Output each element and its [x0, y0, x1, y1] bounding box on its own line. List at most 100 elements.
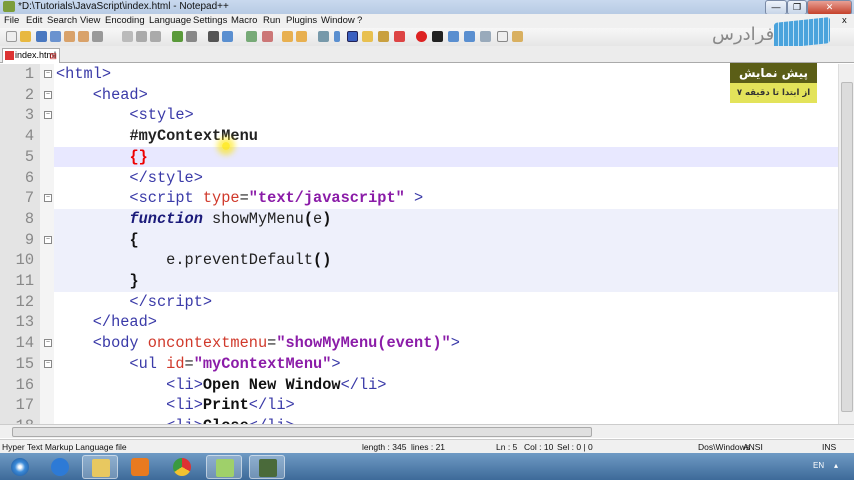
paste-icon[interactable]: [150, 31, 161, 42]
code-token: </li>: [340, 375, 387, 394]
code-line[interactable]: 8 function showMyMenu(e): [25, 208, 838, 230]
copy-icon[interactable]: [136, 31, 147, 42]
fold-toggle-icon[interactable]: −: [44, 359, 52, 368]
code-line[interactable]: 1 − <html>: [0, 64, 838, 85]
code-line[interactable]: 16 <li>Open New Window</li>: [0, 375, 838, 396]
fold-toggle-icon[interactable]: −: [44, 194, 52, 203]
code-line[interactable]: 9 − {: [25, 229, 838, 251]
code-line[interactable]: 10 e.preventDefault(): [16, 250, 838, 271]
redo-icon[interactable]: [186, 31, 197, 42]
restore-button[interactable]: ❐: [787, 0, 807, 15]
menu-run[interactable]: Run: [263, 15, 280, 26]
replace-icon[interactable]: [222, 31, 233, 42]
code-line[interactable]: 5 {}: [25, 146, 838, 168]
stop-macro-icon[interactable]: [432, 31, 443, 42]
menu-macro[interactable]: Macro: [231, 15, 257, 26]
horizontal-scrollbar[interactable]: [0, 424, 854, 438]
code-line[interactable]: 15 − <ul id="myContextMenu">: [0, 354, 838, 375]
menu-settings[interactable]: Settings: [193, 15, 227, 26]
tray-expand-icon[interactable]: ▴: [834, 461, 838, 470]
menu-search[interactable]: Search: [47, 15, 77, 26]
save-all-icon[interactable]: [50, 31, 61, 42]
taskbar-media-player[interactable]: [122, 455, 158, 479]
code-token: <ul: [56, 354, 167, 373]
language-indicator[interactable]: EN: [813, 461, 824, 470]
vertical-scroll-thumb[interactable]: [841, 82, 853, 412]
code-line[interactable]: 17 <li>Print</li>: [0, 395, 838, 416]
indent-guide-icon[interactable]: [347, 31, 358, 42]
start-button[interactable]: [2, 455, 38, 479]
zoom-in-icon[interactable]: [246, 31, 257, 42]
taskbar-recorder[interactable]: [249, 455, 285, 479]
play-macro-icon[interactable]: [448, 31, 459, 42]
plugin-icon[interactable]: [512, 31, 523, 42]
minimize-button[interactable]: —: [765, 0, 787, 15]
code-line[interactable]: 3 − <style>: [0, 105, 838, 126]
code-line[interactable]: 13 </head>: [0, 312, 838, 333]
fold-toggle-icon[interactable]: −: [44, 90, 52, 99]
tab-close-icon[interactable]: ⊠: [49, 50, 57, 63]
code-line[interactable]: 4 #myContextMenu: [0, 126, 838, 147]
close-file-icon[interactable]: [64, 31, 75, 42]
fold-toggle-icon[interactable]: −: [44, 111, 52, 120]
code-token: Open New Window: [202, 375, 341, 394]
code-token: ): [322, 209, 332, 228]
udl-icon[interactable]: [362, 31, 373, 42]
run-macro-multiple-icon[interactable]: [464, 31, 475, 42]
code-editor[interactable]: 1− <html> 2− <head> 3− <style> 4 #myContextM…: [0, 64, 838, 424]
code-line[interactable]: 6 </style>: [0, 168, 838, 189]
taskbar-notepadpp[interactable]: [206, 455, 242, 479]
code-token: </li>: [248, 396, 295, 415]
spell-check-icon[interactable]: [497, 31, 508, 42]
menu-encoding[interactable]: Encoding: [105, 15, 145, 26]
fold-toggle-icon[interactable]: −: [44, 70, 52, 78]
open-file-icon[interactable]: [20, 31, 31, 42]
new-file-icon[interactable]: [6, 31, 17, 42]
code-line[interactable]: 12 </script>: [0, 292, 838, 313]
doc-map-icon[interactable]: [378, 31, 389, 42]
save-macro-icon[interactable]: [480, 31, 491, 42]
close-all-icon[interactable]: [78, 31, 89, 42]
code-line[interactable]: 14 − <body oncontextmenu="showMyMenu(even…: [0, 333, 838, 354]
code-line[interactable]: 18 <li>Close</li>: [0, 416, 838, 424]
windows-logo-icon: [11, 458, 29, 476]
menu-help[interactable]: ?: [357, 15, 362, 26]
taskbar-ie[interactable]: [42, 455, 78, 479]
recorder-icon: [259, 459, 277, 477]
fold-toggle-icon[interactable]: −: [44, 339, 52, 348]
find-icon[interactable]: [208, 31, 219, 42]
code-line[interactable]: 2 − <head>: [0, 85, 838, 106]
menu-window[interactable]: Window: [321, 15, 355, 26]
code-line[interactable]: 11 }: [16, 271, 838, 292]
sync-h-icon[interactable]: [296, 31, 307, 42]
tab-index-html[interactable]: index.html ⊠: [2, 48, 60, 63]
sync-v-icon[interactable]: [282, 31, 293, 42]
taskbar-explorer[interactable]: [82, 455, 118, 479]
show-all-chars-icon[interactable]: [334, 31, 340, 42]
function-list-icon[interactable]: [394, 31, 405, 42]
close-document-x[interactable]: x: [842, 15, 847, 26]
book-icon: [774, 17, 830, 49]
undo-icon[interactable]: [172, 31, 183, 42]
horizontal-scroll-thumb[interactable]: [12, 427, 592, 437]
menu-edit[interactable]: Edit: [26, 15, 42, 26]
close-button[interactable]: ✕: [807, 0, 852, 15]
line-number: 3: [24, 106, 34, 125]
save-icon[interactable]: [36, 31, 47, 42]
record-macro-icon[interactable]: [416, 31, 427, 42]
vertical-scrollbar[interactable]: [838, 64, 854, 424]
taskbar-chrome[interactable]: [164, 455, 200, 479]
code-text: </style>: [56, 168, 202, 189]
menu-file[interactable]: File: [4, 15, 19, 26]
zoom-out-icon[interactable]: [262, 31, 273, 42]
cut-icon[interactable]: [122, 31, 133, 42]
fold-toggle-icon[interactable]: −: [44, 235, 52, 244]
code-line[interactable]: 7 − <script type="text/javascript" >: [0, 188, 838, 209]
line-number: 12: [15, 292, 34, 311]
menu-language[interactable]: Language: [149, 15, 191, 26]
word-wrap-icon[interactable]: [318, 31, 329, 42]
menu-view[interactable]: View: [80, 15, 100, 26]
menu-plugins[interactable]: Plugins: [286, 15, 317, 26]
print-icon[interactable]: [92, 31, 103, 42]
